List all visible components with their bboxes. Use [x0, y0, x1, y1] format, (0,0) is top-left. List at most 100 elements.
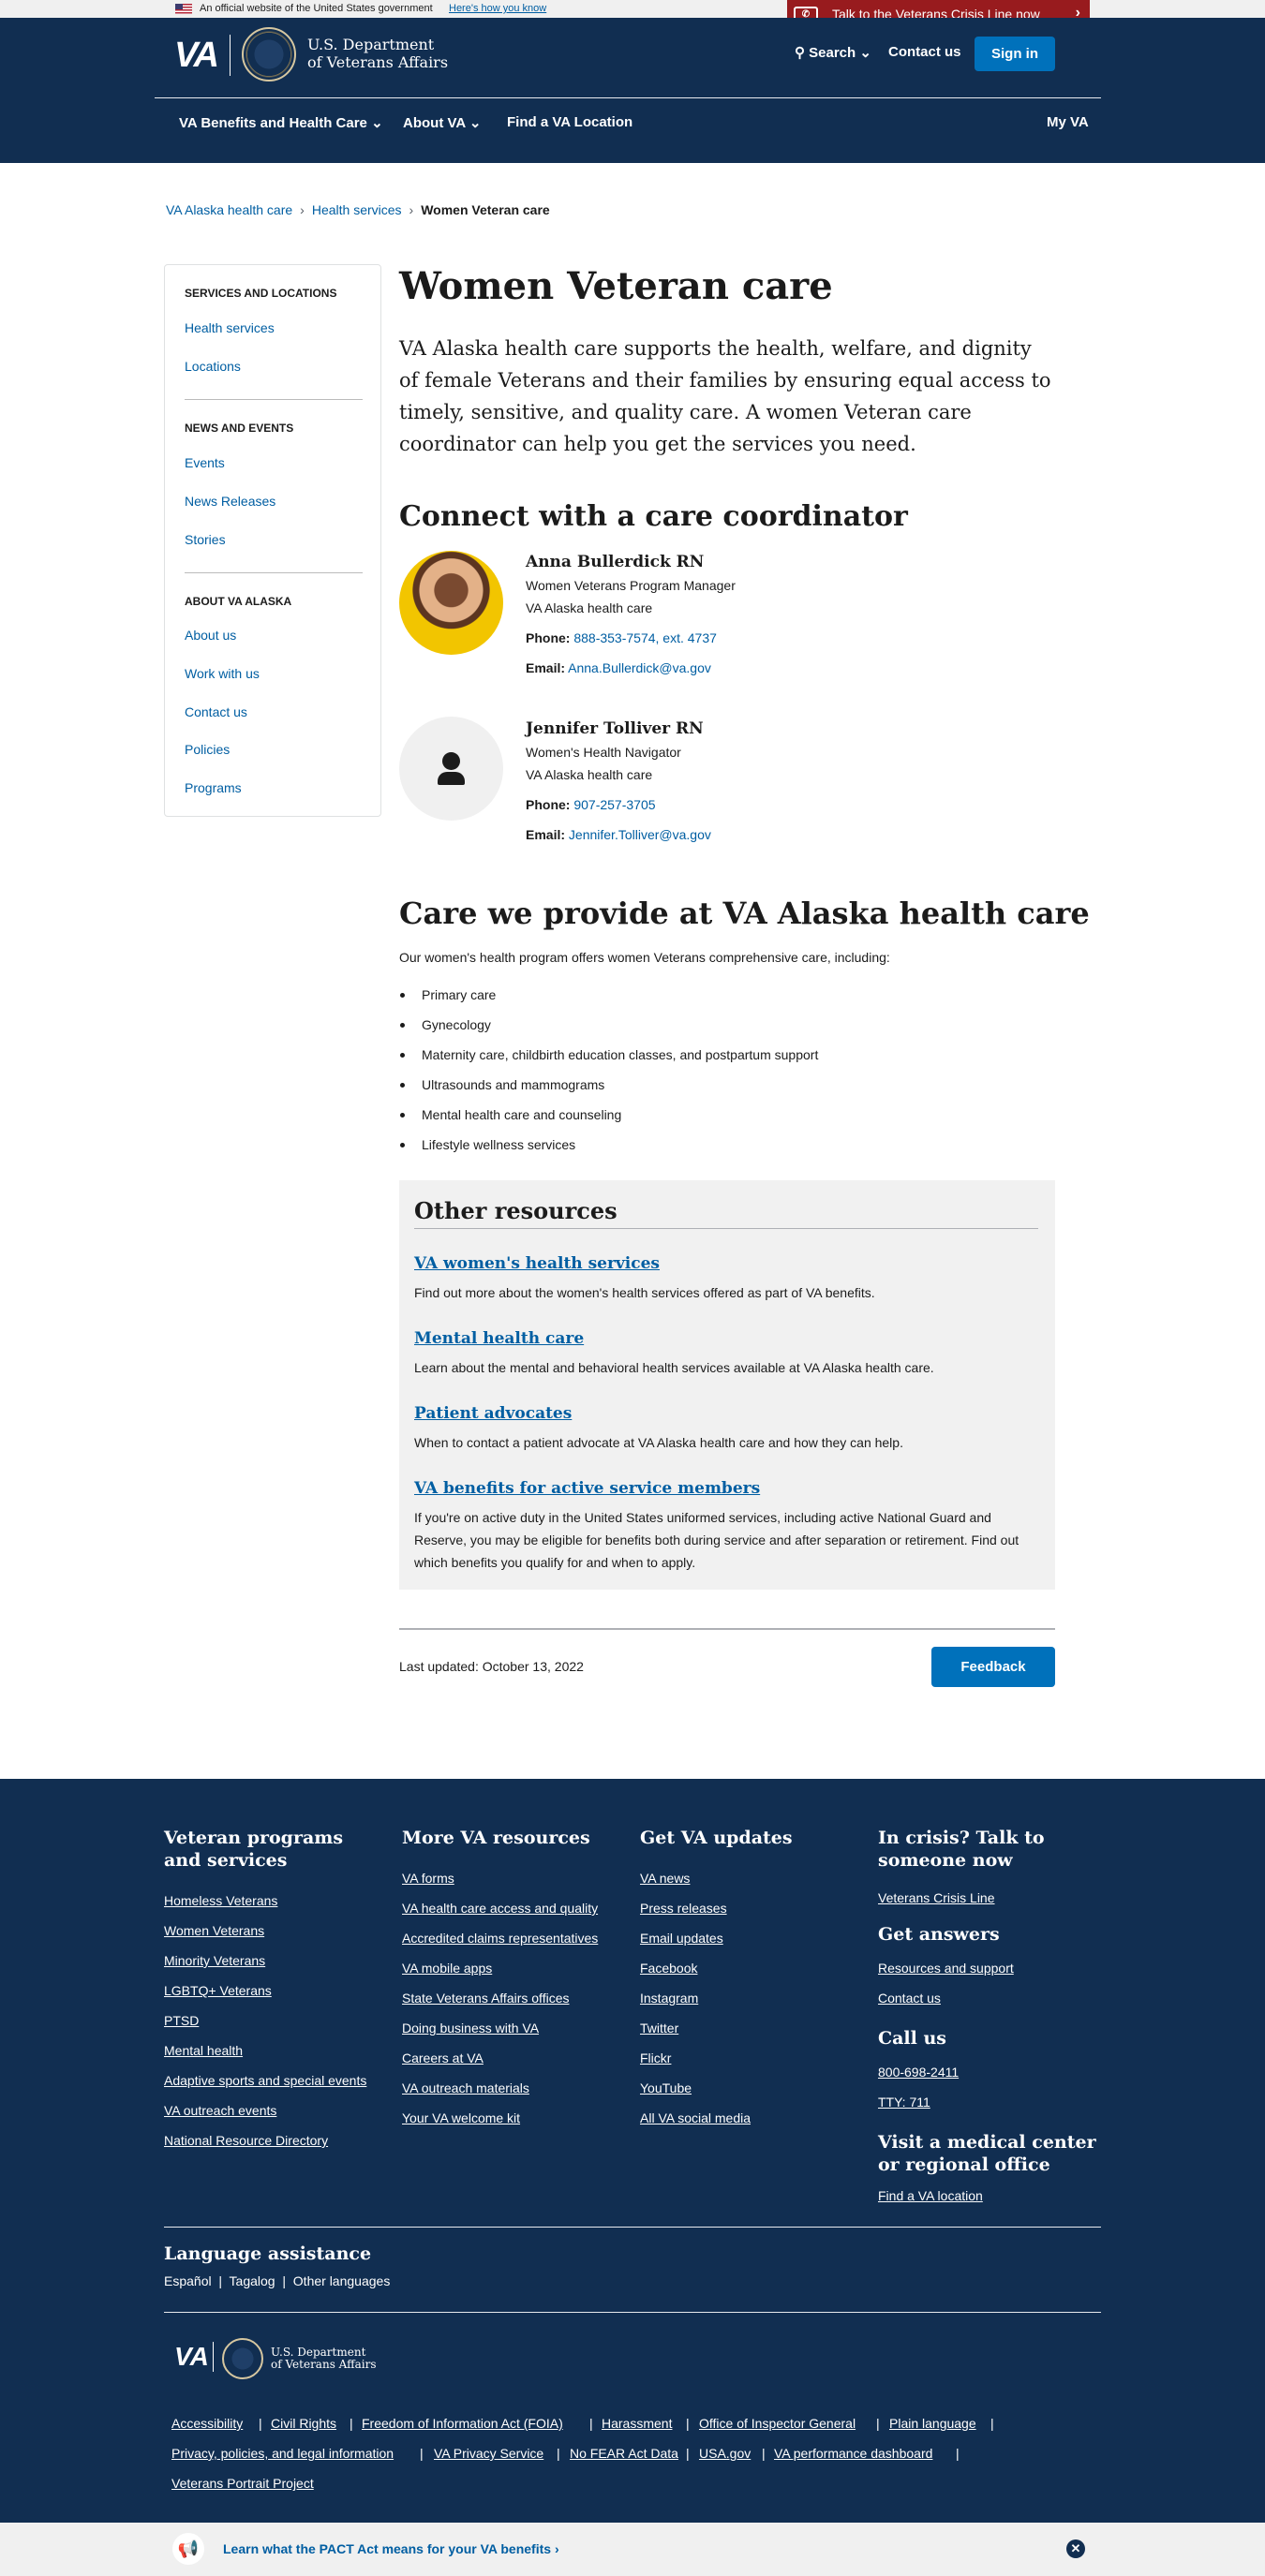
- heres-how-you-know-link[interactable]: Here's how you know: [449, 3, 546, 14]
- resource-desc: Learn about the mental and behavioral he…: [414, 1360, 934, 1375]
- sidebar-item-policies[interactable]: Policies: [185, 742, 230, 757]
- resource-link-patient-advocates[interactable]: Patient advocates: [414, 1404, 572, 1423]
- footer-bottom-link[interactable]: VA Privacy Service: [434, 2446, 543, 2461]
- footer-link[interactable]: Adaptive sports and special events: [164, 2073, 366, 2088]
- footer-link[interactable]: VA outreach materials: [402, 2080, 529, 2095]
- resource-link-mental-health[interactable]: Mental health care: [414, 1329, 584, 1348]
- sidebar-item-locations[interactable]: Locations: [185, 359, 241, 374]
- footer-link[interactable]: Instagram: [640, 1991, 698, 2006]
- list-item: Gynecology: [400, 1017, 491, 1032]
- resource-link-active-service[interactable]: VA benefits for active service members: [414, 1479, 760, 1498]
- language-link[interactable]: Other languages: [293, 2273, 391, 2288]
- footer-link[interactable]: Women Veterans: [164, 1923, 264, 1938]
- resource-desc: When to contact a patient advocate at VA…: [414, 1435, 903, 1450]
- footer-link[interactable]: Accredited claims representatives: [402, 1931, 598, 1946]
- sidebar-divider: [185, 399, 363, 400]
- nav-find-location[interactable]: Find a VA Location: [507, 114, 632, 130]
- footer-bottom-link[interactable]: Accessibility: [171, 2416, 243, 2431]
- sign-in-button[interactable]: Sign in: [975, 37, 1055, 71]
- va-logo[interactable]: VA: [174, 36, 219, 76]
- footer-link[interactable]: Resources and support: [878, 1961, 1014, 1976]
- close-icon[interactable]: ✕: [1066, 2539, 1085, 2558]
- footer-divider: [164, 2312, 1101, 2313]
- official-site-text: An official website of the United States…: [200, 3, 433, 14]
- footer-bottom-link[interactable]: Office of Inspector General: [699, 2416, 856, 2431]
- breadcrumb-link[interactable]: Health services: [312, 202, 402, 217]
- pact-act-link[interactable]: Learn what the PACT Act means for your V…: [223, 2541, 559, 2556]
- footer-link[interactable]: Flickr: [640, 2050, 671, 2065]
- footer-bottom-link[interactable]: Veterans Portrait Project: [171, 2476, 314, 2491]
- footer-link[interactable]: Email updates: [640, 1931, 723, 1946]
- chevron-down-icon: ⌄: [371, 115, 383, 131]
- breadcrumb-link[interactable]: VA Alaska health care: [166, 202, 292, 217]
- nav-label: About VA: [403, 115, 466, 131]
- link-separator: |: [557, 2446, 560, 2461]
- footer-link[interactable]: Homeless Veterans: [164, 1893, 277, 1908]
- footer-bottom-link[interactable]: VA performance dashboard: [774, 2446, 932, 2461]
- person-name: Anna Bullerdick RN: [526, 553, 705, 571]
- sidebar-item-stories[interactable]: Stories: [185, 532, 226, 547]
- footer-link[interactable]: Mental health: [164, 2043, 243, 2058]
- language-link[interactable]: Tagalog: [230, 2273, 275, 2288]
- footer-link[interactable]: Press releases: [640, 1901, 727, 1916]
- footer-link[interactable]: Contact us: [878, 1991, 941, 2006]
- footer-bottom-link[interactable]: Civil Rights: [271, 2416, 336, 2431]
- footer-link[interactable]: 800-698-2411: [878, 2065, 959, 2080]
- footer-link[interactable]: Veterans Crisis Line: [878, 1890, 995, 1905]
- footer-link[interactable]: Find a VA location: [878, 2188, 983, 2203]
- footer-link[interactable]: Facebook: [640, 1961, 697, 1976]
- sidebar-item-news-releases[interactable]: News Releases: [185, 494, 275, 509]
- sidebar-heading: ABOUT VA ALASKA: [185, 595, 292, 608]
- footer-link[interactable]: Doing business with VA: [402, 2021, 539, 2036]
- footer-link[interactable]: VA news: [640, 1871, 690, 1886]
- footer-heading: Get VA updates: [640, 1828, 793, 1848]
- search-button[interactable]: ⚲ Search ⌄: [795, 44, 871, 61]
- footer-bottom-link[interactable]: USA.gov: [699, 2446, 751, 2461]
- sidebar-item-about-us[interactable]: About us: [185, 628, 236, 643]
- footer-bottom-link[interactable]: Privacy, policies, and legal information: [171, 2446, 394, 2461]
- va-seal-icon: [242, 27, 296, 81]
- contact-us-link[interactable]: Contact us: [888, 44, 961, 60]
- last-updated: Last updated: October 13, 2022: [399, 1659, 584, 1674]
- footer-bottom-link[interactable]: Harassment: [602, 2416, 672, 2431]
- footer-bottom-link[interactable]: Freedom of Information Act (FOIA): [362, 2416, 563, 2431]
- footer-link[interactable]: Your VA welcome kit: [402, 2110, 520, 2125]
- resource-link-womens-health[interactable]: VA women's health services: [414, 1254, 660, 1273]
- footer-link[interactable]: National Resource Directory: [164, 2133, 328, 2148]
- footer-bottom-link[interactable]: No FEAR Act Data: [570, 2446, 678, 2461]
- feedback-button[interactable]: Feedback: [931, 1647, 1055, 1687]
- sidebar-item-programs[interactable]: Programs: [185, 780, 242, 795]
- footer-link[interactable]: VA health care access and quality: [402, 1901, 598, 1916]
- footer-link[interactable]: PTSD: [164, 2013, 199, 2028]
- footer-link[interactable]: VA forms: [402, 1871, 454, 1886]
- email-link[interactable]: Anna.Bullerdick@va.gov: [568, 660, 711, 675]
- sidebar-item-events[interactable]: Events: [185, 455, 225, 470]
- footer-link[interactable]: VA outreach events: [164, 2103, 276, 2118]
- phone-link[interactable]: 907-257-3705: [573, 797, 655, 812]
- footer-link[interactable]: State Veterans Affairs offices: [402, 1991, 569, 2006]
- nav-about-menu[interactable]: About VA ⌄: [403, 114, 481, 131]
- sidebar-item-health-services[interactable]: Health services: [185, 320, 275, 335]
- email-link[interactable]: Jennifer.Tolliver@va.gov: [569, 827, 711, 842]
- footer-link[interactable]: Minority Veterans: [164, 1953, 265, 1968]
- footer-link[interactable]: LGBTQ+ Veterans: [164, 1983, 272, 1998]
- footer-link[interactable]: TTY: 711: [878, 2095, 930, 2110]
- footer-link[interactable]: Twitter: [640, 2021, 678, 2036]
- phone-link[interactable]: 888-353-7574, ext. 4737: [573, 630, 717, 645]
- sidebar-item-work-with-us[interactable]: Work with us: [185, 666, 260, 681]
- person-org: VA Alaska health care: [526, 600, 653, 615]
- footer-link[interactable]: VA mobile apps: [402, 1961, 492, 1976]
- footer-link[interactable]: YouTube: [640, 2080, 692, 2095]
- nav-benefits-menu[interactable]: VA Benefits and Health Care ⌄: [179, 114, 383, 131]
- footer-va-logo[interactable]: VA: [174, 2342, 209, 2372]
- logo-divider: [230, 35, 231, 76]
- nav-my-va[interactable]: My VA: [1047, 114, 1089, 130]
- footer-link[interactable]: All VA social media: [640, 2110, 751, 2125]
- link-separator: |: [589, 2416, 593, 2431]
- list-item: Lifestyle wellness services: [399, 1137, 576, 1152]
- footer-bottom-link[interactable]: Plain language: [889, 2416, 976, 2431]
- email-label: Email:: [526, 660, 566, 675]
- language-link[interactable]: Español: [164, 2273, 212, 2288]
- footer-link[interactable]: Careers at VA: [402, 2050, 484, 2065]
- sidebar-item-contact-us[interactable]: Contact us: [185, 704, 247, 719]
